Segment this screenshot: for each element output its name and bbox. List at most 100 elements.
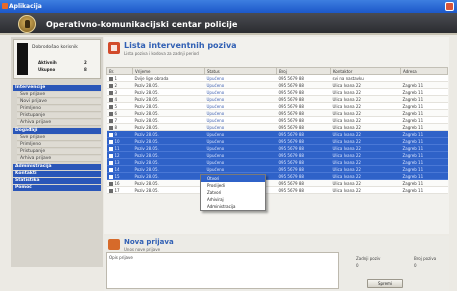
table-row[interactable]: 10 Poziv 28.05. Upućeno 095 5679 88 Ulica Iv…: [106, 137, 448, 145]
cell-id: 6: [106, 109, 133, 117]
cell-status: Upućeno: [204, 137, 277, 145]
document-icon: [108, 132, 113, 137]
table-row[interactable]: 9 Poziv 28.05. Upućeno 095 5679 88 Ulica Iva…: [106, 130, 448, 138]
sidebar-item[interactable]: Arhiva prijave: [17, 120, 101, 126]
context-menu-item[interactable]: Arhiviraj: [201, 196, 265, 203]
cell-phone-text: 095 5679 88: [278, 187, 304, 193]
window-titlebar[interactable]: Aplikacija: [0, 0, 457, 13]
cell-status-text[interactable]: Upućeno: [207, 83, 225, 88]
user-stat-value: 2: [84, 60, 87, 65]
cell-status-text[interactable]: Upućeno: [207, 90, 225, 95]
cell-id: 15: [106, 172, 133, 180]
table-row[interactable]: 1 Dvije lige obrada Upućeno 095 5679 88 svi …: [106, 74, 448, 82]
document-icon: [108, 174, 113, 179]
context-menu-item[interactable]: Zatvori: [201, 189, 265, 196]
report-field-value[interactable]: 0: [414, 263, 436, 268]
column-header[interactable]: Kontaktor: [330, 67, 401, 75]
cell-contact: Ulica Ivana 22: [330, 144, 401, 152]
sidebar-section-intervencije[interactable]: Intervencije: [13, 85, 101, 91]
column-header[interactable]: Br.: [106, 67, 133, 75]
cell-status: Upućeno: [204, 158, 277, 166]
table-row[interactable]: 3 Poziv 28.05. Upućeno 095 5679 88 Ulica Iva…: [106, 88, 448, 96]
cell-status-text[interactable]: Upućeno: [207, 97, 225, 102]
sidebar-item[interactable]: Pristupanje: [17, 149, 101, 155]
table-row[interactable]: 6 Poziv 28.05. Upućeno 095 5679 88 Ulica Iva…: [106, 109, 448, 117]
document-icon: [108, 181, 113, 186]
cell-phone-text: 095 5679 88: [278, 180, 304, 186]
cell-status-text[interactable]: Upućeno: [207, 146, 225, 151]
column-header[interactable]: Vrijeme: [132, 67, 205, 75]
cell-time: Poziv 28.05.: [132, 144, 205, 152]
cell-status: Upućeno: [204, 109, 277, 117]
sidebar-section-pomoc[interactable]: Pomoć: [13, 185, 101, 191]
cell-status: Upućeno: [204, 116, 277, 124]
sidebar-item[interactable]: Primljeno: [17, 106, 101, 112]
sidebar-item[interactable]: Primljeno: [17, 142, 101, 148]
cell-address-text: Zagreb 11: [402, 124, 424, 130]
cell-status-text[interactable]: Upućeno: [207, 153, 225, 158]
context-menu-item[interactable]: Administracija: [201, 203, 265, 210]
column-header[interactable]: Broj: [276, 67, 331, 75]
table-row[interactable]: 7 Poziv 28.05. Upućeno 095 5679 88 Ulica Iva…: [106, 116, 448, 124]
cell-time: Poziv 28.05.: [132, 130, 205, 138]
cell-contact: Ulica Ivana 22: [330, 186, 401, 194]
table-row[interactable]: 8 Poziv 28.05. Upućeno 095 5679 88 Ulica Iva…: [106, 123, 448, 131]
sidebar-section-administracija[interactable]: Administracija: [13, 164, 101, 170]
column-header[interactable]: Status: [204, 67, 277, 75]
sidebar-item[interactable]: Pristupanje: [17, 113, 101, 119]
user-stat: Aktivnih 2: [38, 60, 87, 65]
table-row[interactable]: 17Poziv 28.05.Upućeno095 5679 88Ulica Iv…: [106, 186, 448, 194]
cell-status-text[interactable]: Upućeno: [207, 160, 225, 165]
cell-contact-text: Ulica Ivana 22: [332, 110, 361, 116]
cell-contact: Ulica Ivana 22: [330, 151, 401, 159]
sidebar-item[interactable]: Arhiva prijave: [17, 156, 101, 162]
sidebar-section-kontakti[interactable]: Kontakti: [13, 171, 101, 177]
cell-id: 11: [106, 144, 133, 152]
save-button[interactable]: Spremi: [367, 279, 403, 288]
table-row[interactable]: 13 Poziv 28.05. Upućeno 095 5679 88 Ulica Iv…: [106, 158, 448, 166]
cell-status: Upućeno: [204, 144, 277, 152]
cell-status-text[interactable]: Upućeno: [207, 132, 225, 137]
sidebar-item[interactable]: Sve prijave: [17, 92, 101, 98]
context-menu-item[interactable]: Proslijedi: [201, 182, 265, 189]
user-stat-value: 8: [84, 67, 87, 72]
sidebar-section-statistika[interactable]: Statistika: [13, 178, 101, 184]
table-row[interactable]: 16Poziv 28.05.Upućeno095 5679 88Ulica Iv…: [106, 179, 448, 187]
table-row[interactable]: 4 Poziv 28.05. Upućeno 095 5679 88 Ulica Iva…: [106, 95, 448, 103]
sidebar-section-dogadaji[interactable]: Događaji: [13, 128, 101, 134]
cell-status-text[interactable]: Upućeno: [207, 111, 225, 116]
cell-status-text[interactable]: Upućeno: [207, 125, 225, 130]
table-row[interactable]: 15Poziv 28.05.Upućeno095 5679 88Ulica Iv…: [106, 172, 448, 180]
cell-contact-text: Ulica Ivana 22: [332, 152, 361, 158]
table-row[interactable]: 12 Poziv 28.05. Upućeno 095 5679 88 Ulica Iv…: [106, 151, 448, 159]
column-header[interactable]: Adresa: [400, 67, 448, 75]
report-field-value[interactable]: 0: [356, 263, 380, 268]
cell-phone-text: 095 5679 88: [278, 124, 304, 130]
cell-contact-text: svi na nastavku: [332, 75, 364, 81]
report-text-label: Opis prijave: [109, 255, 133, 260]
table-row[interactable]: 14 Poziv 28.05. Upućeno 095 5679 88 Ulica Iv…: [106, 165, 448, 173]
cell-status-text[interactable]: Upućeno: [207, 167, 225, 172]
cell-status-text[interactable]: Upućeno: [207, 104, 225, 109]
context-menu-item[interactable]: Otvori: [201, 175, 265, 182]
cell-status-text[interactable]: Upućeno: [207, 76, 225, 81]
document-icon: [108, 76, 113, 81]
cell-status-text[interactable]: Upućeno: [207, 118, 225, 123]
cell-contact: Ulica Ivana 22: [330, 172, 401, 180]
close-icon[interactable]: [445, 2, 454, 11]
table-row[interactable]: 11 Poziv 28.05. Upućeno 095 5679 88 Ulica Iv…: [106, 144, 448, 152]
cell-id: 3: [106, 88, 133, 96]
cell-id-text: 15: [114, 173, 120, 179]
cell-time: Poziv 28.05.: [132, 88, 205, 96]
cell-time: Poziv 28.05.: [132, 102, 205, 110]
document-icon: [108, 111, 113, 116]
table-row[interactable]: 5 Poziv 28.05. Upućeno 095 5679 88 Ulica Iva…: [106, 102, 448, 110]
context-menu: Otvori Proslijedi Zatvori Arhiviraj Administ…: [200, 174, 266, 211]
cell-id-text: 6: [114, 110, 118, 116]
sidebar-item[interactable]: Novi prijave: [17, 99, 101, 105]
table-row[interactable]: 2 Poziv 28.05. Upućeno 095 5679 88 Ulica Iva…: [106, 81, 448, 89]
cell-id: 13: [106, 158, 133, 166]
sidebar-item[interactable]: Sve prijave: [17, 135, 101, 141]
report-text-area[interactable]: Opis prijave: [106, 252, 339, 289]
cell-status-text[interactable]: Upućeno: [207, 139, 225, 144]
